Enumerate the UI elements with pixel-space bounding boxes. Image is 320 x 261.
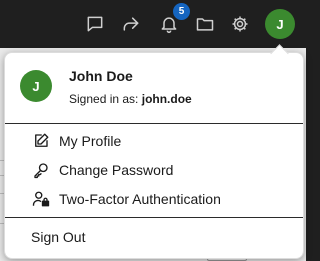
divider [5,123,303,124]
sign-out-button[interactable]: Sign Out [5,222,303,252]
folder-icon[interactable] [195,14,215,34]
signed-in-line: Signed in as: john.doe [69,92,192,106]
signed-in-username: john.doe [141,92,192,106]
user-menu-dropdown: J John Doe Signed in as: john.doe My Pro… [4,52,304,259]
menu-item-label: Two-Factor Authentication [59,191,221,207]
app-root: 5 J J John Doe Signed in as: john.doe My… [0,0,306,261]
top-bar: 5 J [0,0,306,48]
user-lock-icon [31,189,51,209]
signed-in-prefix: Signed in as: [69,92,139,106]
menu-item-my-profile[interactable]: My Profile [5,127,303,155]
user-info-header: J John Doe Signed in as: john.doe [5,53,303,123]
gear-icon[interactable] [230,14,250,34]
edit-icon [31,131,51,151]
key-icon [31,160,51,180]
divider [5,217,303,218]
notification-badge: 5 [173,3,190,20]
avatar: J [20,70,52,102]
sign-out-label: Sign Out [31,229,86,245]
menu-item-label: My Profile [59,133,122,149]
share-icon[interactable] [121,14,141,34]
menu-item-label: Change Password [59,162,174,178]
user-name: John Doe [69,68,133,84]
user-avatar-button[interactable]: J [265,9,295,39]
menu-item-change-password[interactable]: Change Password [5,156,303,184]
menu-item-two-factor[interactable]: Two-Factor Authentication [5,185,303,213]
message-icon[interactable] [85,14,105,34]
